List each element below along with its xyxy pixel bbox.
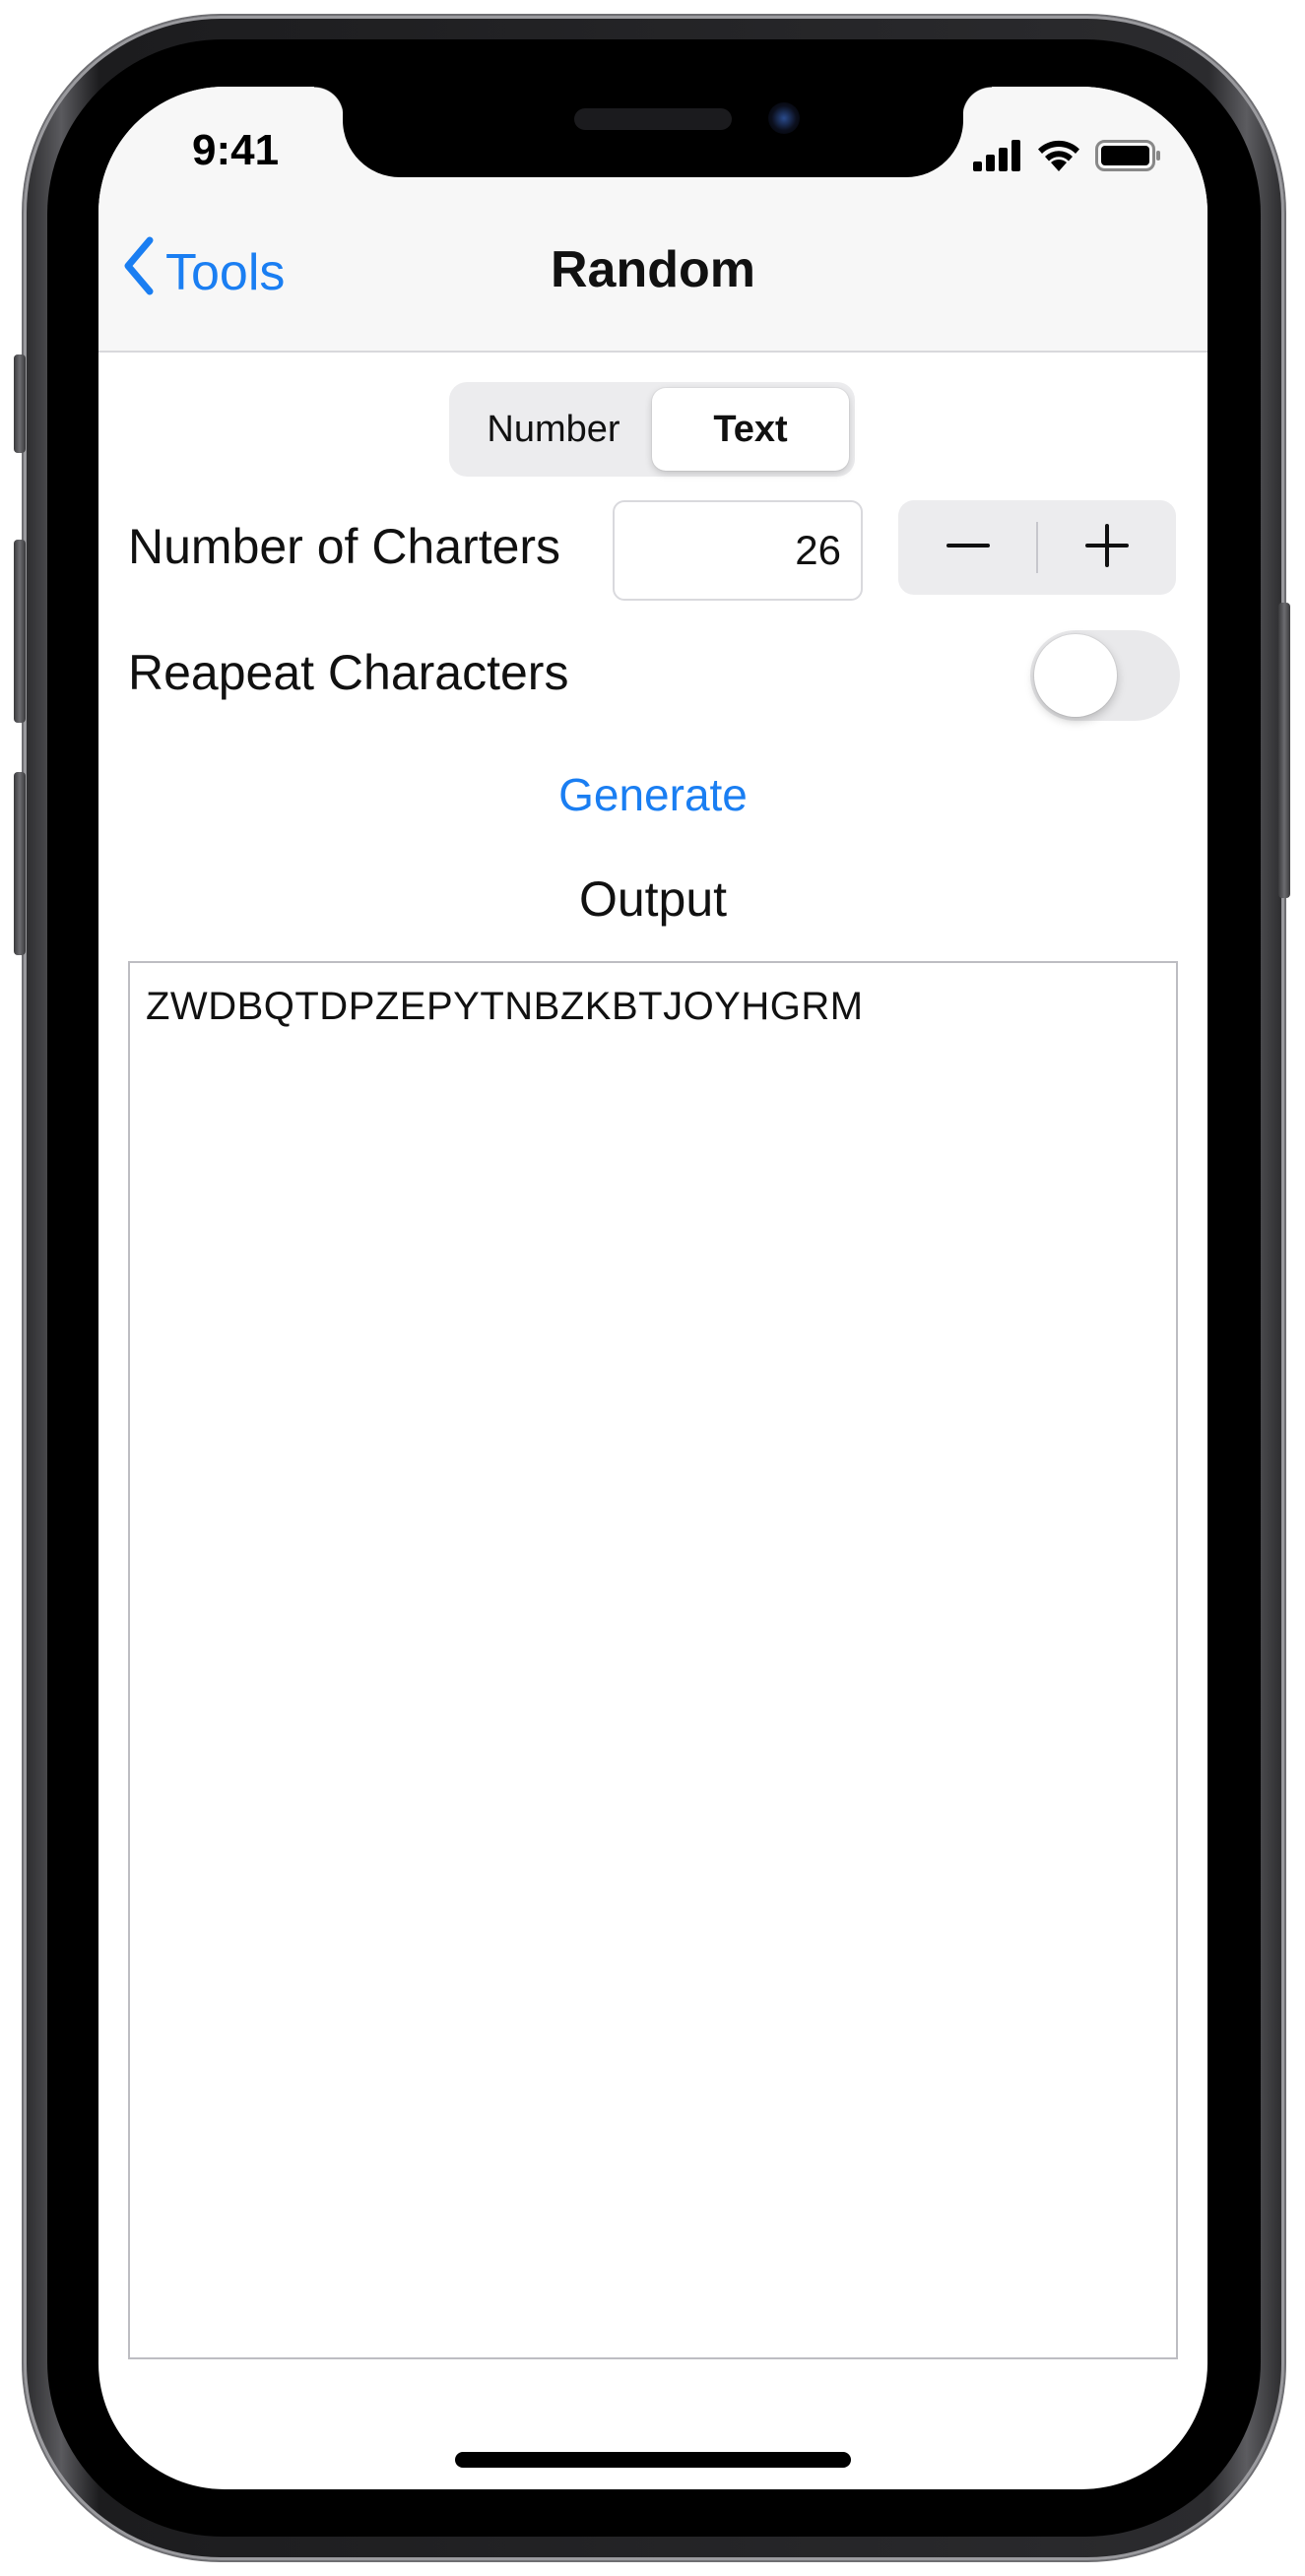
cellular-signal-icon (973, 140, 1022, 176)
stepper-decrement-button[interactable] (898, 500, 1037, 595)
charters-count-field[interactable]: 26 (613, 500, 863, 601)
volume-up-button (14, 540, 26, 723)
page-title: Random (551, 241, 755, 298)
wifi-icon (1036, 138, 1081, 176)
charters-stepper (898, 500, 1176, 595)
segment-number[interactable]: Number (455, 388, 652, 471)
segment-text[interactable]: Text (652, 388, 849, 471)
mode-segmented-control: Number Text (449, 382, 855, 477)
silent-switch (14, 354, 26, 453)
toggle-knob (1034, 634, 1117, 717)
output-label: Output (578, 871, 728, 927)
home-indicator[interactable] (455, 2452, 851, 2468)
repeat-characters-toggle[interactable] (1030, 630, 1180, 721)
notch (314, 87, 992, 177)
power-button (1278, 603, 1290, 898)
stepper-increment-button[interactable] (1037, 500, 1176, 595)
battery-icon (1095, 140, 1162, 176)
status-time: 9:41 (192, 126, 280, 174)
speaker-grille (574, 108, 732, 130)
volume-down-button (14, 772, 26, 955)
status-icons (973, 138, 1162, 176)
plus-icon (1084, 523, 1129, 572)
front-camera (768, 102, 800, 134)
screen: 9:41 Tools Random Number Text Number of … (98, 87, 1207, 2489)
output-text-area[interactable]: ZWDBQTDPZEPYTNBZKBTJOYHGRM (128, 961, 1178, 2359)
minus-icon (946, 524, 990, 572)
generate-button[interactable]: Generate (98, 768, 1207, 821)
charters-label: Number of Charters (128, 519, 561, 574)
repeat-characters-label: Reapeat Characters (128, 645, 569, 700)
output-text: ZWDBQTDPZEPYTNBZKBTJOYHGRM (146, 985, 864, 1028)
navigation-bar: Tools Random (98, 195, 1207, 353)
